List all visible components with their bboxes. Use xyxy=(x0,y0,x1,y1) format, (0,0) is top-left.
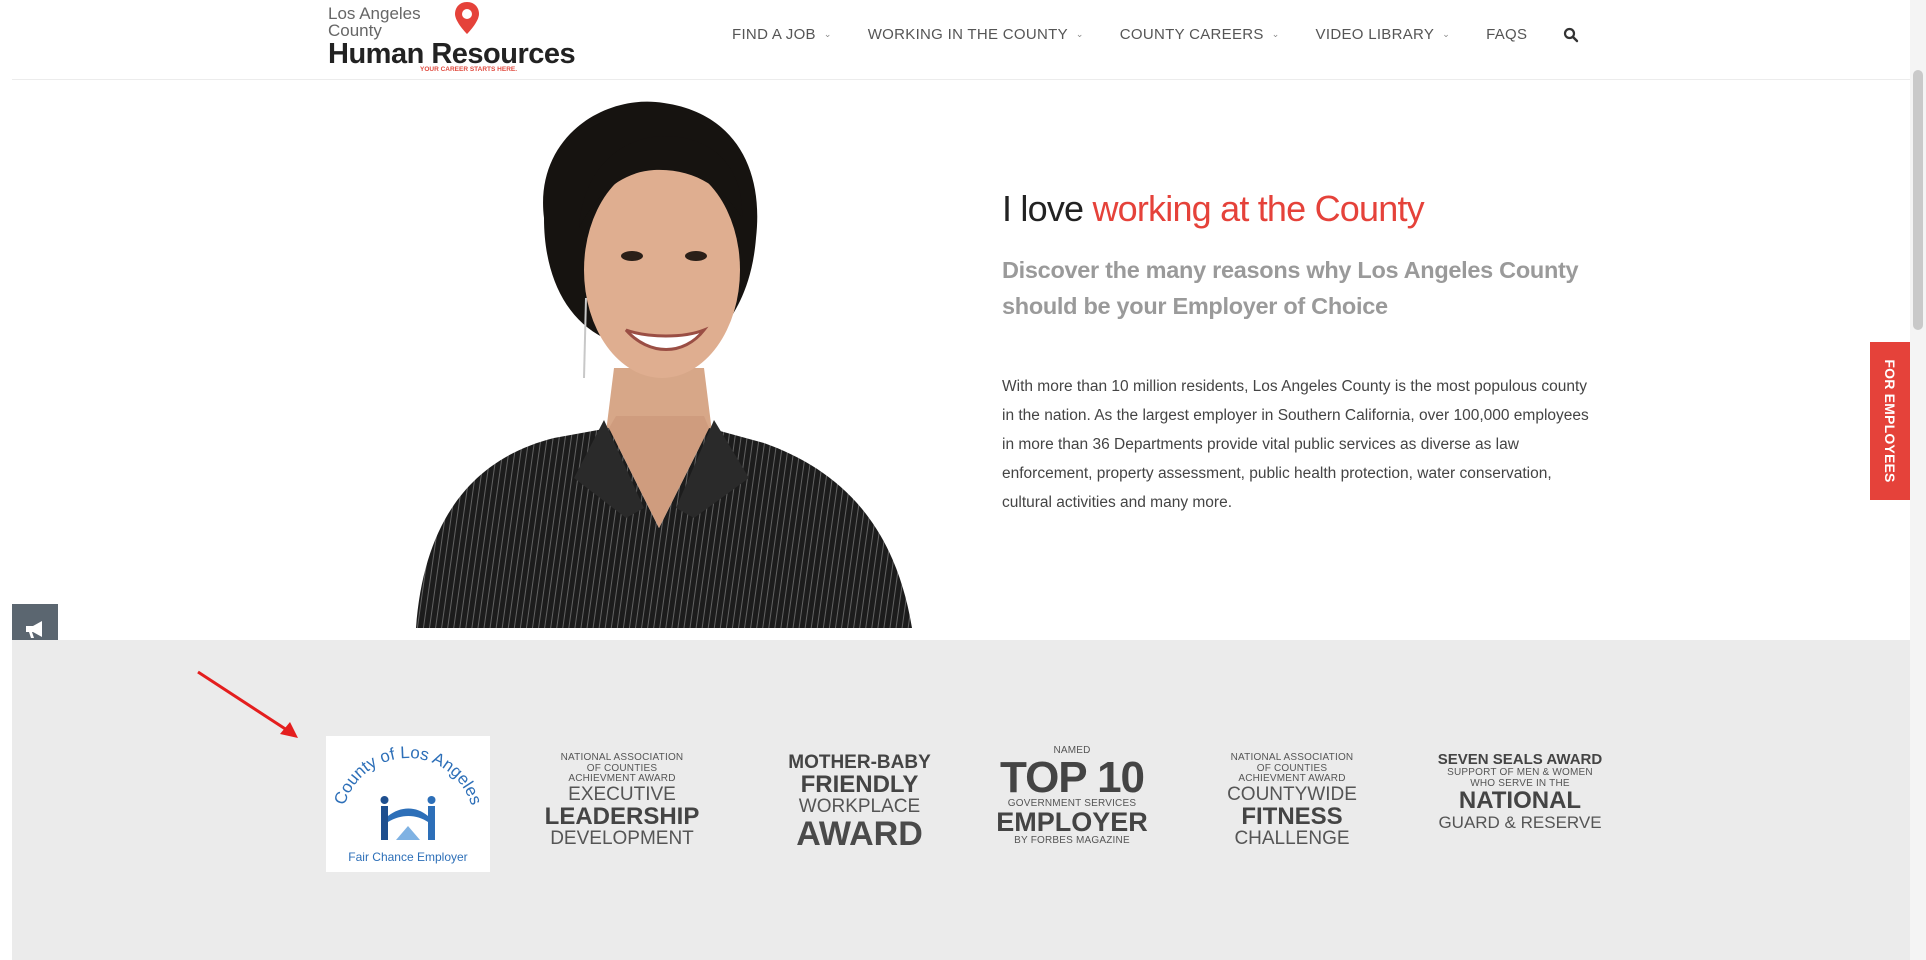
nav-county-careers[interactable]: COUNTY CAREERS ⌄ xyxy=(1120,26,1280,43)
award-seven-seals: SEVEN SEALS AWARD SUPPORT OF MEN & WOMEN… xyxy=(1430,752,1610,833)
for-employees-tab[interactable]: FOR EMPLOYEES xyxy=(1870,342,1910,500)
svg-text:County of Los Angeles: County of Los Angeles xyxy=(330,743,485,807)
nav-find-a-job[interactable]: FIND A JOB ⌄ xyxy=(732,26,832,43)
award-line: AWARD xyxy=(796,815,923,853)
fair-chance-arc-text: County of Los Angeles xyxy=(330,743,485,807)
chevron-down-icon: ⌄ xyxy=(823,29,832,39)
award-line: WORKPLACE xyxy=(798,796,921,817)
hero-title-accent: working at the County xyxy=(1092,188,1424,229)
hero-subtitle: Discover the many reasons why Los Angele… xyxy=(1002,257,1579,319)
award-line: SUPPORT OF MEN & WOMEN xyxy=(1447,767,1593,778)
fair-chance-employer-logo: County of Los Angeles Fair Chance Employ… xyxy=(326,736,490,872)
scrollbar-thumb[interactable] xyxy=(1913,70,1923,330)
award-top-10-employer: NAMED TOP 10 GOVERNMENT SERVICES EMPLOYE… xyxy=(987,745,1157,847)
logo-tagline: YOUR CAREER STARTS HERE. xyxy=(420,66,518,73)
award-line: ACHIEVMENT AWARD xyxy=(568,773,676,784)
award-line: LEADERSHIP xyxy=(544,802,700,830)
nav-faqs[interactable]: FAQS xyxy=(1486,26,1527,43)
chevron-down-icon: ⌄ xyxy=(1271,29,1280,39)
hero-title: I love working at the County xyxy=(1002,188,1425,230)
award-naco-countywide-fitness: NATIONAL ASSOCIATION OF COUNTIES ACHIEVM… xyxy=(1207,752,1377,849)
nav-label: COUNTY CAREERS xyxy=(1119,26,1264,43)
nav-label: WORKING IN THE COUNTY xyxy=(867,26,1068,43)
award-line: ACHIEVMENT AWARD xyxy=(1238,773,1346,784)
chevron-down-icon: ⌄ xyxy=(1442,29,1451,39)
fair-chance-label: Fair Chance Employer xyxy=(348,850,468,864)
award-line: FRIENDLY xyxy=(800,771,919,798)
award-line: DEVELOPMENT xyxy=(550,827,694,849)
nav-label: FIND A JOB xyxy=(732,26,816,43)
site-header: Los Angeles County Human Resources YOUR … xyxy=(12,0,1910,80)
chevron-down-icon: ⌄ xyxy=(1075,29,1084,39)
hero-body-text: With more than 10 million residents, Los… xyxy=(1002,378,1589,511)
main-nav: FIND A JOB ⌄ WORKING IN THE COUNTY ⌄ COU… xyxy=(732,26,1579,43)
hero-section: I love working at the County Discover th… xyxy=(12,80,1910,640)
nav-working-in-the-county[interactable]: WORKING IN THE COUNTY ⌄ xyxy=(868,26,1084,43)
award-line: BY FORBES MAGAZINE xyxy=(1014,835,1130,846)
for-employees-label: FOR EMPLOYEES xyxy=(1882,359,1898,483)
megaphone-icon xyxy=(26,621,42,638)
scrollbar[interactable] xyxy=(1910,0,1926,960)
nav-video-library[interactable]: VIDEO LIBRARY ⌄ xyxy=(1316,26,1451,43)
nav-label: FAQS xyxy=(1486,26,1528,43)
award-line: CHALLENGE xyxy=(1234,827,1350,849)
award-line: MOTHER-BABY xyxy=(788,752,931,773)
site-logo[interactable]: Los Angeles County Human Resources YOUR … xyxy=(315,2,576,76)
county-seal-graphic: County of Los Angeles xyxy=(330,743,486,840)
nav-label: VIDEO LIBRARY xyxy=(1315,26,1435,43)
award-line: EMPLOYER xyxy=(996,807,1148,837)
award-line: FITNESS xyxy=(1241,802,1343,830)
award-naco-executive-leadership: NATIONAL ASSOCIATION OF COUNTIES ACHIEVM… xyxy=(542,752,702,849)
logo-line-1: Los Angeles xyxy=(328,4,421,23)
award-line: COUNTYWIDE xyxy=(1227,783,1357,805)
award-line: EXECUTIVE xyxy=(568,783,676,805)
employee-portrait-image xyxy=(416,101,912,628)
award-line: TOP 10 xyxy=(999,752,1145,802)
search-icon[interactable] xyxy=(1563,27,1579,43)
award-line: NATIONAL ASSOCIATION xyxy=(1230,752,1354,763)
award-line: GUARD & RESERVE xyxy=(1438,813,1602,832)
award-line: SEVEN SEALS AWARD xyxy=(1437,751,1603,768)
logo-line-2: County xyxy=(328,21,382,40)
award-mother-baby-friendly: MOTHER-BABY FRIENDLY WORKPLACE AWARD xyxy=(767,752,952,853)
location-pin-icon xyxy=(455,2,479,34)
hero-title-plain: I love xyxy=(1002,188,1084,229)
award-line: NATIONAL ASSOCIATION xyxy=(560,752,684,763)
annotation-arrow-icon xyxy=(197,670,298,738)
award-line: NATIONAL xyxy=(1458,787,1582,814)
